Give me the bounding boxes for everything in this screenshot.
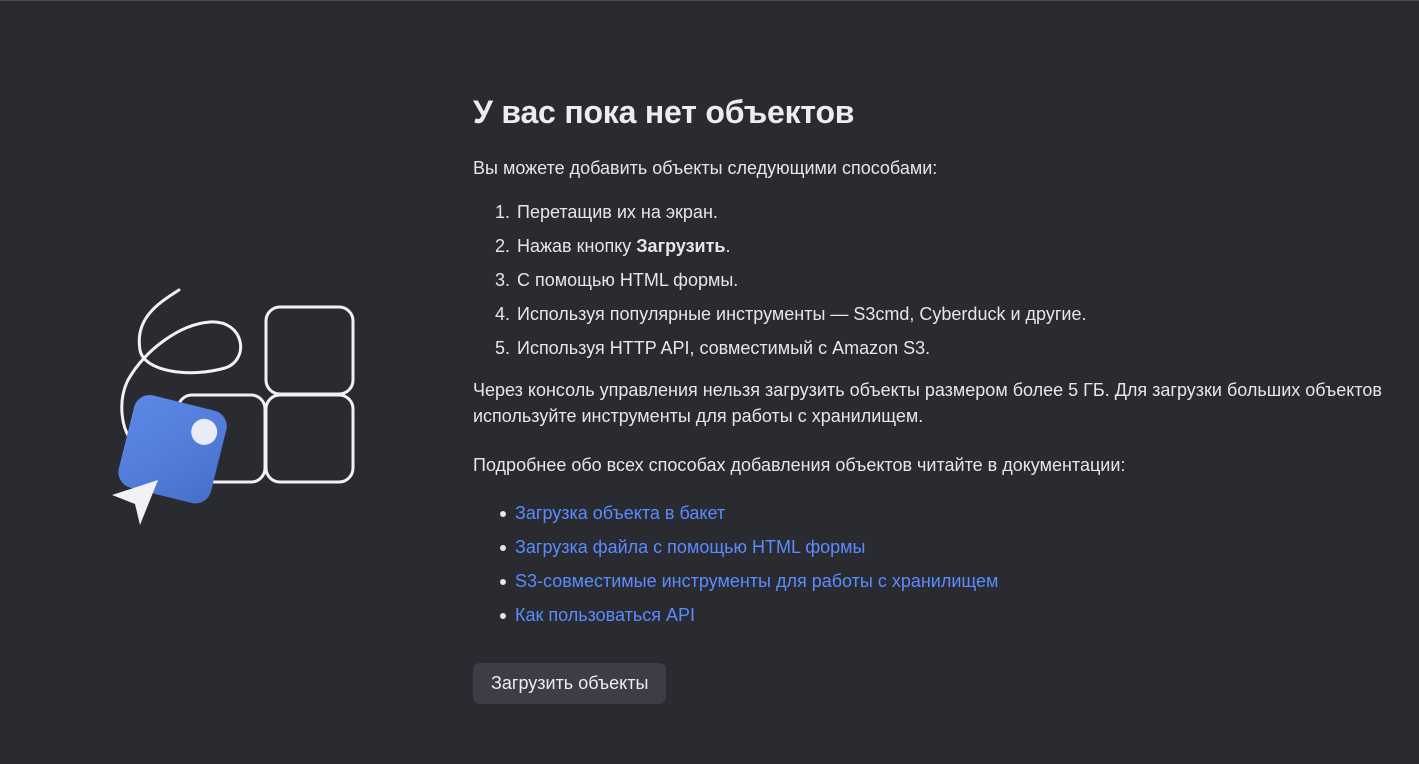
empty-storage-illustration bbox=[100, 280, 370, 540]
list-item: Как пользоваться API bbox=[500, 603, 1393, 627]
method-text: Нажав кнопку bbox=[517, 236, 637, 256]
method-item-html-form: С помощью HTML формы. bbox=[515, 268, 1393, 292]
upload-keyword: Загрузить bbox=[636, 236, 726, 256]
docs-lead-text: Подробнее обо всех способах добавления о… bbox=[473, 455, 1126, 475]
list-item: S3-совместимые инструменты для работы с … bbox=[500, 569, 1393, 593]
top-divider bbox=[0, 0, 1419, 1]
empty-state-panel: У вас пока нет объектов Вы можете добави… bbox=[473, 90, 1393, 704]
method-item-drag: Перетащив их на экран. bbox=[515, 200, 1393, 224]
size-limit-note: Через консоль управления нельзя загрузит… bbox=[473, 380, 1382, 426]
doc-link-html-form[interactable]: Загрузка файла с помощью HTML формы bbox=[515, 537, 866, 557]
method-text-end: . bbox=[725, 236, 731, 256]
grid-tiles-icon bbox=[112, 288, 355, 525]
docs-links-list: Загрузка объекта в бакет Загрузка файла … bbox=[473, 501, 1393, 627]
method-item-http-api: Используя HTTP API, совместимый с Amazon… bbox=[515, 336, 1393, 360]
page-title: У вас пока нет объектов bbox=[473, 94, 855, 130]
upload-methods-list: Перетащив их на экран. Нажав кнопку Загр… bbox=[473, 200, 1393, 360]
list-item: Загрузка объекта в бакет bbox=[500, 501, 1393, 525]
intro-text: Вы можете добавить объекты следующими сп… bbox=[473, 158, 938, 178]
doc-link-upload-to-bucket[interactable]: Загрузка объекта в бакет bbox=[515, 503, 725, 523]
list-item: Загрузка файла с помощью HTML формы bbox=[500, 535, 1393, 559]
method-item-button: Нажав кнопку Загрузить. bbox=[515, 234, 1393, 258]
upload-objects-button[interactable]: Загрузить объекты bbox=[473, 663, 667, 704]
doc-link-api[interactable]: Как пользоваться API bbox=[515, 605, 695, 625]
doc-link-s3-tools[interactable]: S3-совместимые инструменты для работы с … bbox=[515, 571, 998, 591]
method-item-tools: Используя популярные инструменты — S3cmd… bbox=[515, 302, 1393, 326]
